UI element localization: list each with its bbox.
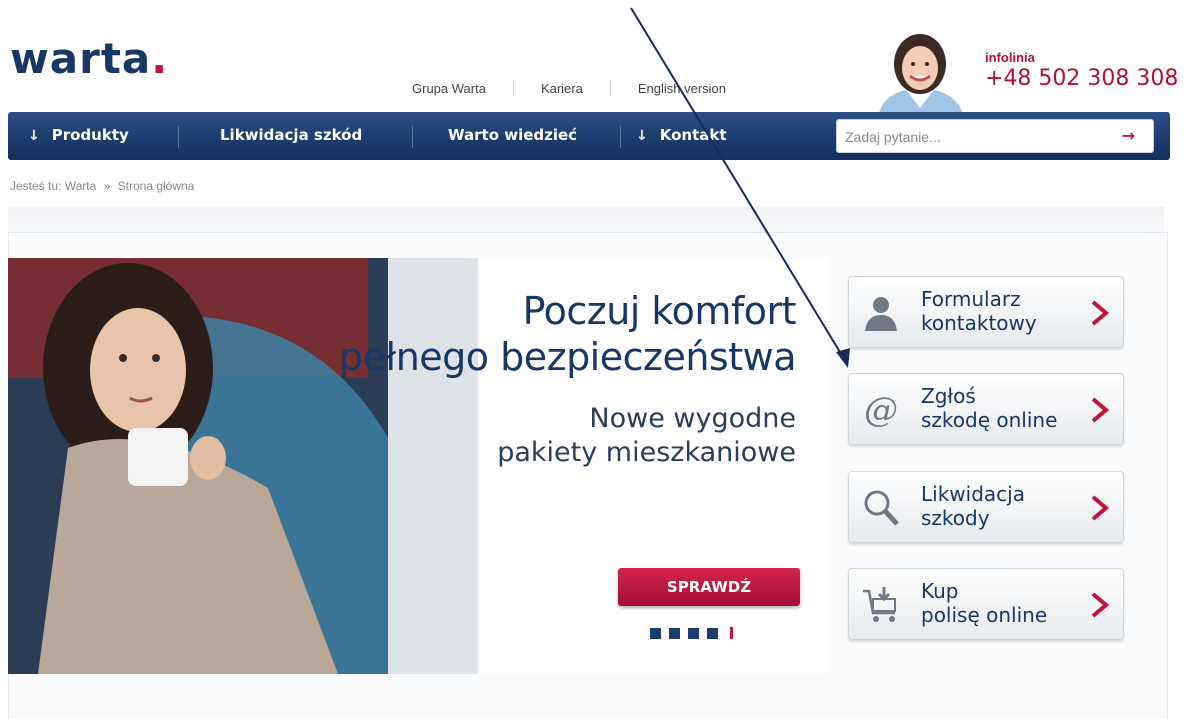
chevron-right-icon xyxy=(1091,300,1110,326)
qbtn-label: Formularz kontaktowy xyxy=(921,287,1091,335)
qbtn-label: Kup polisę online xyxy=(921,579,1091,627)
arrow-down-icon: ↓ xyxy=(28,128,40,144)
carousel-dot-3[interactable] xyxy=(688,627,699,639)
qbtn-label: Likwidacja szkody xyxy=(921,482,1091,530)
carousel-dot-2[interactable] xyxy=(669,627,680,639)
svg-text:@: @ xyxy=(864,390,898,430)
logo-text: warta xyxy=(10,34,152,83)
nav-produkty[interactable]: ↓ Produkty xyxy=(28,112,129,160)
qbtn-line-2: kontaktowy xyxy=(921,311,1037,335)
chevron-right-icon xyxy=(1091,592,1110,618)
nav-divider xyxy=(412,126,413,148)
content-frame-header xyxy=(8,207,1164,233)
qbtn-line-2: szkody xyxy=(921,506,990,530)
nav-label: Kontakt xyxy=(659,126,727,144)
link-english-version[interactable]: English version xyxy=(611,81,753,96)
kup-polise-online-button[interactable]: Kup polisę online xyxy=(848,568,1124,640)
banner-subheadline: Nowe wygodne pakiety mieszkaniowe xyxy=(400,402,796,470)
qbtn-line-2: polisę online xyxy=(921,603,1048,627)
qbtn-line-1: Kup xyxy=(921,579,959,603)
carousel-dot-1[interactable] xyxy=(650,627,661,639)
cart-icon xyxy=(863,587,896,622)
nav-label: Produkty xyxy=(51,126,129,144)
link-kariera[interactable]: Kariera xyxy=(514,81,610,96)
nav-likwidacja-szkod[interactable]: Likwidacja szkód xyxy=(220,112,362,160)
nav-label: Warto wiedzieć xyxy=(448,126,578,144)
search-submit-arrow-icon[interactable]: → xyxy=(1122,126,1135,145)
breadcrumb-item-current: Strona główna xyxy=(117,179,195,193)
infolinia-phone[interactable]: +48 502 308 308 xyxy=(985,66,1178,91)
nav-warto-wiedziec[interactable]: Warto wiedzieć xyxy=(448,112,577,160)
carousel-dot-4[interactable] xyxy=(707,627,718,639)
likwidacja-szkody-button[interactable]: Likwidacja szkody xyxy=(848,471,1124,543)
qbtn-line-1: Zgłoś xyxy=(921,384,976,408)
logo-dot: . xyxy=(151,34,169,83)
person-icon xyxy=(865,297,897,331)
headline-line-1: Poczuj komfort xyxy=(522,289,797,333)
qbtn-line-1: Formularz xyxy=(921,287,1021,311)
breadcrumb-item-warta[interactable]: Warta xyxy=(65,179,97,193)
chevron-right-icon xyxy=(1091,397,1110,423)
link-grupa-warta[interactable]: Grupa Warta xyxy=(385,81,513,96)
zglos-szkode-online-button[interactable]: @ Zgłoś szkodę online xyxy=(848,373,1124,445)
magnifier-icon xyxy=(864,490,899,526)
sub-line-2: pakiety mieszkaniowe xyxy=(497,437,796,468)
qbtn-line-2: szkodę online xyxy=(921,408,1058,432)
nav-divider xyxy=(620,126,621,148)
warta-logo[interactable]: warta. xyxy=(10,34,168,83)
sub-line-1: Nowe wygodne xyxy=(589,403,796,434)
carousel-pager xyxy=(650,627,733,639)
chevron-right-icon xyxy=(1091,495,1110,521)
qbtn-label: Zgłoś szkodę online xyxy=(921,384,1091,432)
nav-divider xyxy=(178,126,179,148)
breadcrumb-prefix: Jesteś tu: xyxy=(10,179,62,193)
carousel-pause-indicator[interactable] xyxy=(730,627,733,639)
headline-line-2: pełnego bezpieczeństwa xyxy=(338,335,797,379)
infolinia-label: infolinia xyxy=(985,50,1035,65)
infolinia-agent-image xyxy=(860,30,980,118)
top-links: Grupa Warta Kariera English version xyxy=(385,78,753,98)
sprawdz-button[interactable]: SPRAWDŹ xyxy=(618,568,800,606)
breadcrumb-separator: » xyxy=(103,179,111,193)
breadcrumb: Jesteś tu: Warta » Strona główna xyxy=(10,179,194,193)
search-input[interactable] xyxy=(843,120,1117,154)
banner-headline: Poczuj komfort pełnego bezpieczeństwa xyxy=(290,288,797,380)
nav-kontakt[interactable]: ↓ Kontakt xyxy=(636,112,727,160)
nav-label: Likwidacja szkód xyxy=(220,126,363,144)
formularz-kontaktowy-button[interactable]: Formularz kontaktowy xyxy=(848,276,1124,348)
at-icon: @ xyxy=(864,390,898,430)
search-box: → xyxy=(836,119,1154,154)
arrow-down-icon: ↓ xyxy=(636,128,648,144)
qbtn-line-1: Likwidacja xyxy=(921,482,1025,506)
